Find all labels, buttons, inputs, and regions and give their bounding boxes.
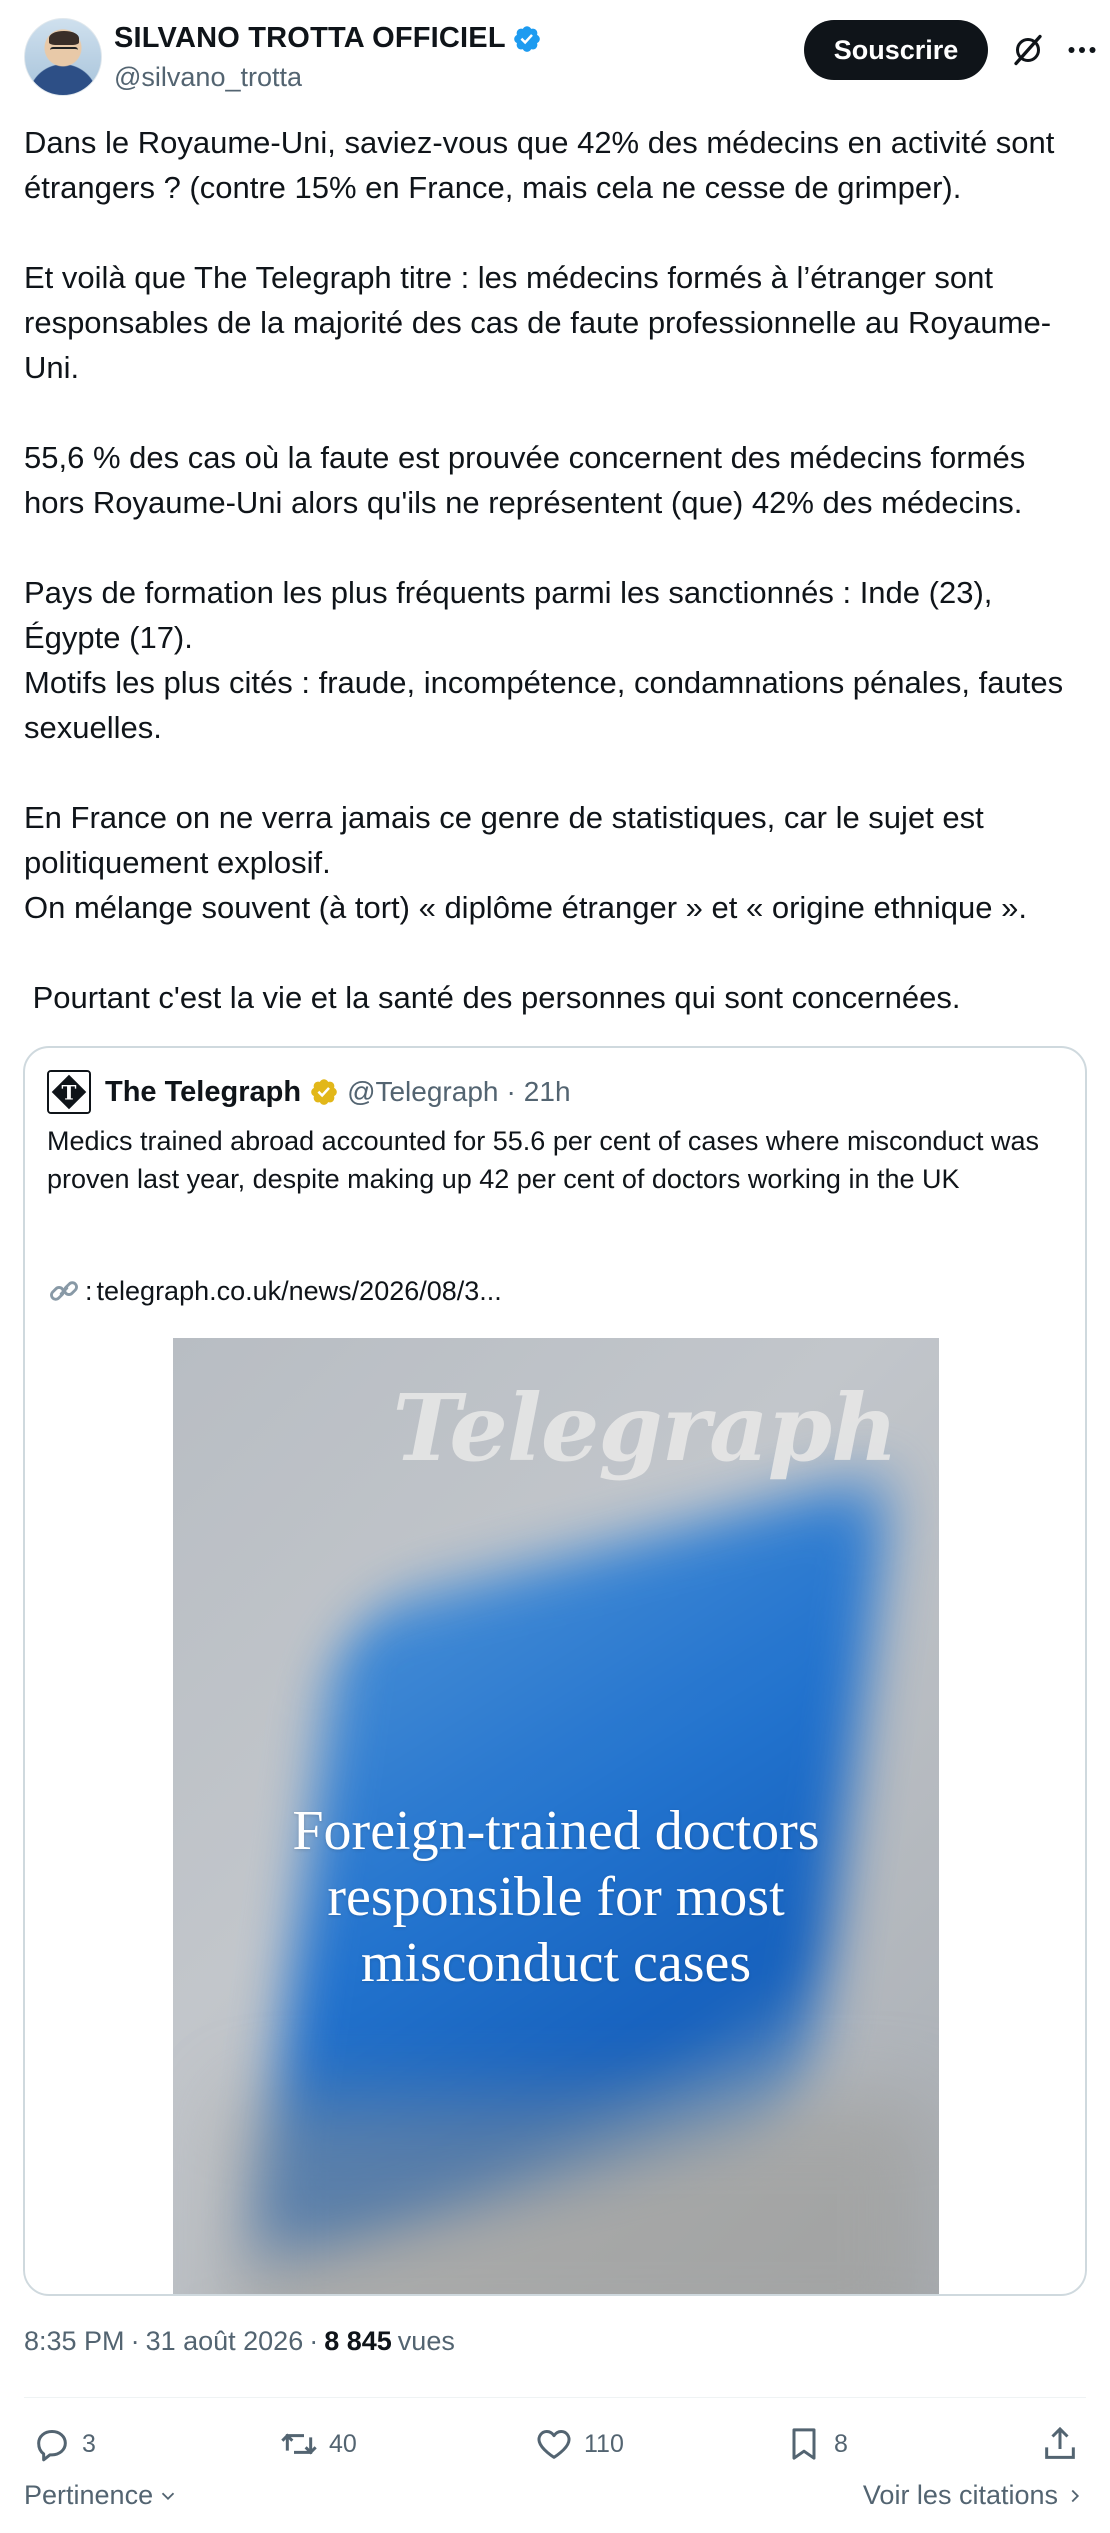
tweet-time[interactable]: 8:35 PM bbox=[24, 2326, 125, 2357]
bookmark-icon bbox=[792, 2428, 816, 2460]
replies-toolbar: Pertinence Voir les citations bbox=[24, 2480, 1086, 2524]
views-count: 8 845 bbox=[324, 2326, 392, 2356]
dot-separator: · bbox=[130, 2326, 140, 2356]
image-headline-line: Foreign-trained doctors bbox=[292, 1800, 820, 1862]
chevron-down-icon bbox=[161, 2492, 175, 2500]
telegraph-wordmark: Telegraph bbox=[392, 1374, 898, 1482]
subscribe-button[interactable]: Souscrire bbox=[804, 20, 988, 80]
svg-text:T: T bbox=[62, 1080, 77, 1104]
author-handle[interactable]: @silvano_trotta bbox=[114, 62, 302, 93]
view-quotes-link[interactable]: Voir les citations bbox=[863, 2480, 1086, 2511]
tweet-date[interactable]: 31 août 2026 bbox=[146, 2326, 304, 2357]
quoted-tweet-image[interactable]: Telegraph Foreign-trained doctors respon… bbox=[173, 1338, 939, 2294]
gold-verified-badge-icon[interactable] bbox=[309, 1077, 339, 1107]
image-headline-line: misconduct cases bbox=[360, 1932, 752, 1994]
telegraph-logo-icon[interactable]: T bbox=[47, 1070, 91, 1114]
sort-dropdown[interactable]: Pertinence bbox=[24, 2480, 179, 2511]
avatar[interactable] bbox=[24, 18, 102, 96]
divider bbox=[24, 2397, 1086, 2398]
quoted-tweet-link[interactable]: telegraph.co.uk/news/2026/08/3... bbox=[97, 1272, 502, 1310]
tweet-paragraph: Pourtant c'est la vie et la santé des pe… bbox=[24, 980, 961, 1015]
quoted-author-name[interactable]: The Telegraph bbox=[105, 1076, 301, 1109]
quoted-author-handle[interactable]: @Telegraph bbox=[347, 1076, 498, 1108]
link-prefix: : bbox=[85, 1276, 93, 1306]
view-quotes-label: Voir les citations bbox=[862, 2480, 1058, 2510]
avatar-hair bbox=[49, 31, 79, 45]
bookmark-count: 8 bbox=[834, 2429, 848, 2458]
repost-count: 40 bbox=[329, 2429, 357, 2458]
heart-icon bbox=[537, 2430, 571, 2459]
quoted-tweet-time[interactable]: 21h bbox=[524, 1076, 571, 1108]
action-bar: 3 40 110 8 bbox=[24, 2416, 1086, 2472]
chevron-right-icon bbox=[1071, 2489, 1080, 2502]
tweet-paragraph: Dans le Royaume-Uni, saviez-vous que 42%… bbox=[24, 125, 1064, 205]
tweet-paragraph: 55,6 % des cas où la faute est prouvée c… bbox=[24, 440, 1034, 520]
like-button[interactable]: 110 bbox=[534, 2416, 624, 2472]
image-shadow bbox=[233, 2098, 933, 2294]
views-label: vues bbox=[397, 2326, 455, 2356]
quoted-tweet[interactable]: T The Telegraph @Telegraph · 21h Medics … bbox=[23, 1046, 1087, 2296]
grok-icon[interactable] bbox=[1010, 32, 1046, 68]
reply-icon bbox=[37, 2430, 67, 2462]
image-headline: Foreign-trained doctors responsible for … bbox=[173, 1798, 939, 1996]
avatar-glasses bbox=[50, 47, 78, 53]
link-emoji-icon bbox=[50, 1281, 78, 1301]
author-name-row: SILVANO TROTTA OFFICIEL bbox=[114, 22, 542, 55]
like-count: 110 bbox=[584, 2429, 624, 2458]
tweet-text: Dans le Royaume-Uni, saviez-vous que 42%… bbox=[24, 120, 1086, 1020]
quoted-tweet-link-row: : telegraph.co.uk/news/2026/08/3... bbox=[47, 1272, 502, 1310]
repost-button[interactable]: 40 bbox=[279, 2416, 357, 2472]
share-icon bbox=[1045, 2426, 1075, 2459]
more-icon[interactable] bbox=[1064, 32, 1100, 68]
tweet-header: SILVANO TROTTA OFFICIEL @silvano_trotta … bbox=[24, 18, 1096, 102]
quoted-tweet-header: T The Telegraph @Telegraph · 21h bbox=[47, 1070, 571, 1114]
dot-separator: · bbox=[309, 2326, 319, 2356]
tweet-paragraph: En France on ne verra jamais ce genre de… bbox=[24, 800, 1027, 925]
verified-badge-icon[interactable] bbox=[512, 24, 542, 54]
quoted-tweet-text: Medics trained abroad accounted for 55.6… bbox=[47, 1126, 1040, 1194]
bookmark-button[interactable]: 8 bbox=[784, 2416, 848, 2472]
share-button[interactable] bbox=[1040, 2416, 1080, 2472]
repost-icon bbox=[281, 2433, 317, 2455]
tweet-paragraph: Et voilà que The Telegraph titre : les m… bbox=[24, 260, 1052, 385]
image-headline-line: responsible for most bbox=[327, 1866, 785, 1928]
author-display-name[interactable]: SILVANO TROTTA OFFICIEL bbox=[114, 22, 506, 55]
reply-count: 3 bbox=[82, 2429, 96, 2458]
tweet-meta: 8:35 PM · 31 août 2026 · 8 845 vues bbox=[24, 2326, 455, 2357]
sort-label: Pertinence bbox=[24, 2480, 154, 2510]
reply-button[interactable]: 3 bbox=[32, 2416, 96, 2472]
dot-separator: · bbox=[506, 1076, 516, 1107]
tweet-paragraph: Pays de formation les plus fréquents par… bbox=[24, 575, 1064, 745]
